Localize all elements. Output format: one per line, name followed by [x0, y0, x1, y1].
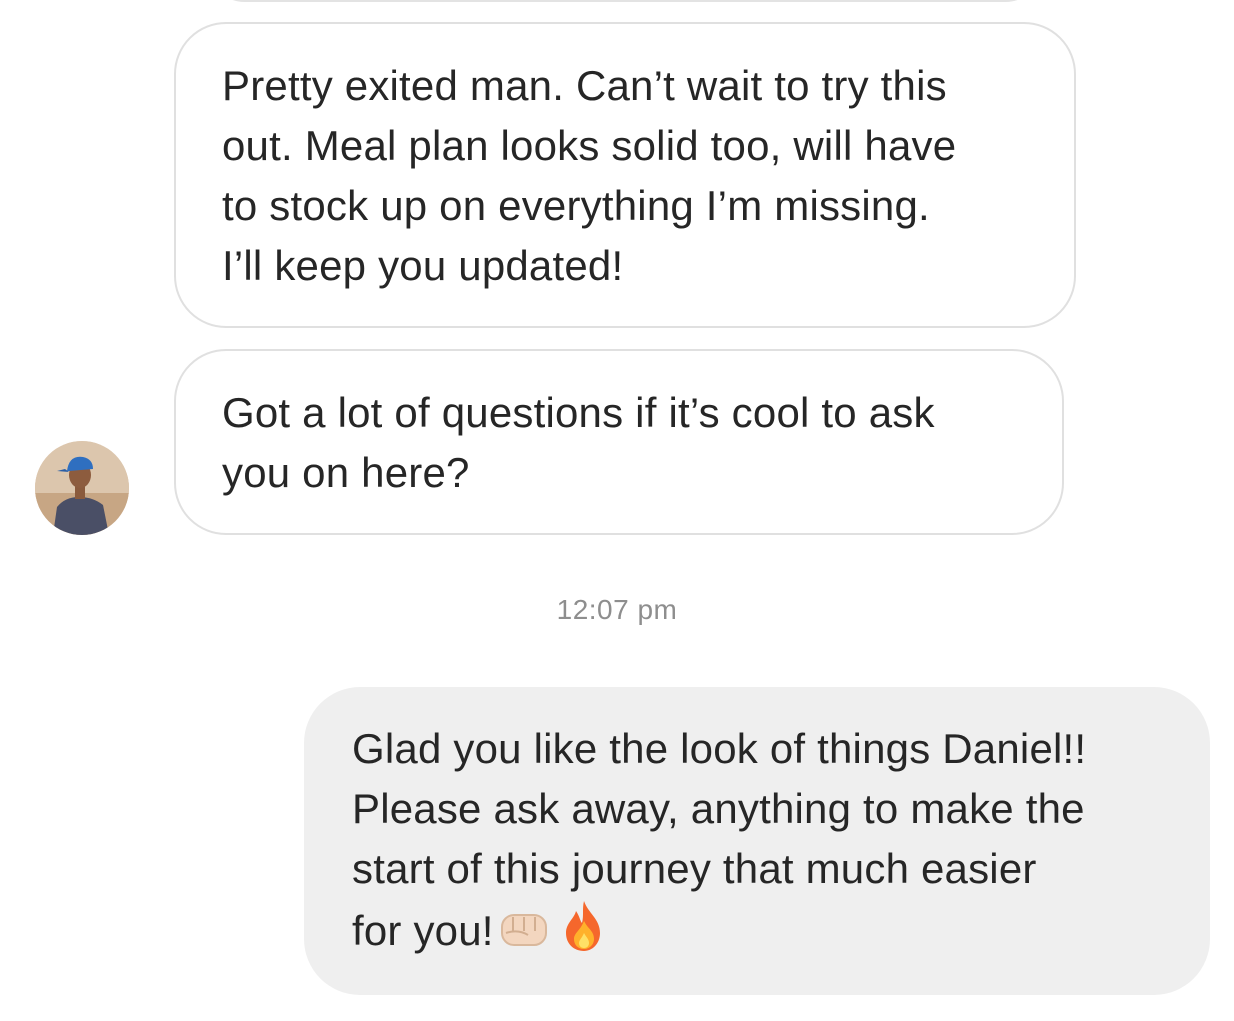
message-text-line: start of this journey that much easier: [352, 845, 1037, 892]
incoming-message-bubble[interactable]: Pretty exited man. Can’t wait to try thi…: [174, 22, 1076, 328]
message-text-line: you on here?: [222, 449, 470, 496]
incoming-message-bubble[interactable]: Got a lot of questions if it’s cool to a…: [174, 349, 1064, 535]
message-text-line-with-emoji: for you!: [352, 899, 1166, 969]
message-text-line: out. Meal plan looks solid too, will hav…: [222, 122, 957, 169]
outgoing-message-bubble[interactable]: Glad you like the look of things Daniel!…: [304, 687, 1210, 995]
fire-icon: [558, 899, 610, 969]
message-text-line: to stock up on everything I’m missing.: [222, 182, 930, 229]
message-text-line: for you!: [352, 907, 494, 954]
message-text-line: Pretty exited man. Can’t wait to try thi…: [222, 62, 947, 109]
message-timestamp: 12:07 pm: [556, 594, 678, 625]
previous-message-bubble-edge: [205, 0, 1045, 2]
message-text-line: I’ll keep you updated!: [222, 242, 624, 289]
avatar[interactable]: [35, 441, 129, 535]
message-text-line: Glad you like the look of things Daniel!…: [352, 725, 1087, 772]
person-avatar-icon: [35, 441, 129, 535]
message-text-line: Please ask away, anything to make the: [352, 785, 1085, 832]
fist-bump-icon: [498, 907, 554, 969]
message-text-line: Got a lot of questions if it’s cool to a…: [222, 389, 935, 436]
